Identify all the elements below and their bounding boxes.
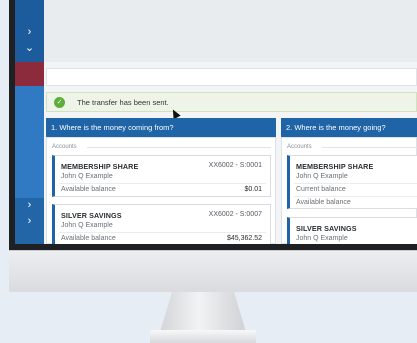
chevron-down-icon[interactable]: ⌄	[15, 42, 44, 54]
account-owner: John Q Example	[296, 173, 348, 180]
section-divider	[322, 147, 417, 148]
account-name: MEMBERSHIP SHARE	[296, 162, 374, 171]
balance-value: $45,362.52	[226, 235, 262, 242]
account-owner: John Q Example	[296, 235, 348, 242]
alert-message: The transfer has been sent.	[77, 97, 169, 107]
from-panel-title: 1. Where is the money coming from?	[46, 118, 276, 137]
card-divider	[59, 183, 266, 184]
account-card-silver-savings[interactable]: SILVER SAVINGS XX6002 - S:0007 John Q Ex…	[52, 204, 271, 244]
balance-value: $0.01	[244, 186, 262, 193]
balance-label: Available balance	[61, 186, 116, 193]
chevron-right-icon[interactable]: ›	[15, 26, 44, 38]
card-divider	[59, 232, 266, 233]
accounts-section-label: Accounts	[52, 144, 77, 150]
account-owner: John Q Example	[61, 173, 113, 180]
chevron-right-icon[interactable]: ›	[15, 199, 44, 211]
current-balance-label: Current balance	[296, 186, 346, 193]
account-name: SILVER SAVINGS	[61, 211, 122, 220]
monitor-stand-neck	[160, 292, 246, 332]
account-card-silver-savings[interactable]: SILVER SAVINGS John Q Example	[287, 217, 417, 244]
balance-label: Available balance	[61, 235, 116, 242]
card-divider	[294, 183, 417, 184]
accounts-section-label: Accounts	[287, 144, 312, 150]
sidebar-middle-section	[15, 86, 44, 198]
card-divider	[294, 196, 417, 197]
account-number: XX6002 - S:0001	[208, 162, 262, 169]
account-name: MEMBERSHIP SHARE	[61, 162, 139, 171]
account-card-membership-share[interactable]: MEMBERSHIP SHARE XX6002 - S:0001 John Q …	[52, 155, 271, 197]
sidebar-active-marker	[15, 62, 44, 86]
chevron-right-icon[interactable]: ›	[15, 215, 44, 227]
monitor-stand-base	[150, 330, 256, 343]
top-header	[44, 0, 417, 62]
account-card-membership-share[interactable]: MEMBERSHIP SHARE John Q Example Current …	[287, 155, 417, 209]
account-name: SILVER SAVINGS	[296, 224, 357, 233]
monitor-screen: › ⌄ › › ✓ The transfer has been sent. 1.…	[15, 0, 417, 244]
account-number: XX6002 - S:0007	[208, 211, 262, 218]
search-bar[interactable]	[46, 68, 417, 86]
app-sidebar: › ⌄ › ›	[15, 0, 44, 244]
section-divider	[87, 147, 271, 148]
account-owner: John Q Example	[61, 222, 113, 229]
available-balance-label: Available balance	[296, 199, 351, 206]
check-icon: ✓	[54, 96, 65, 108]
to-panel: Accounts MEMBERSHIP SHARE John Q Example…	[281, 137, 417, 244]
monitor-chin	[9, 250, 417, 292]
main-content: ✓ The transfer has been sent. 1. Where i…	[44, 0, 417, 244]
from-panel: Accounts MEMBERSHIP SHARE XX6002 - S:000…	[46, 137, 276, 244]
success-alert: ✓ The transfer has been sent.	[46, 92, 417, 112]
to-panel-title: 2. Where is the money going?	[281, 118, 417, 137]
